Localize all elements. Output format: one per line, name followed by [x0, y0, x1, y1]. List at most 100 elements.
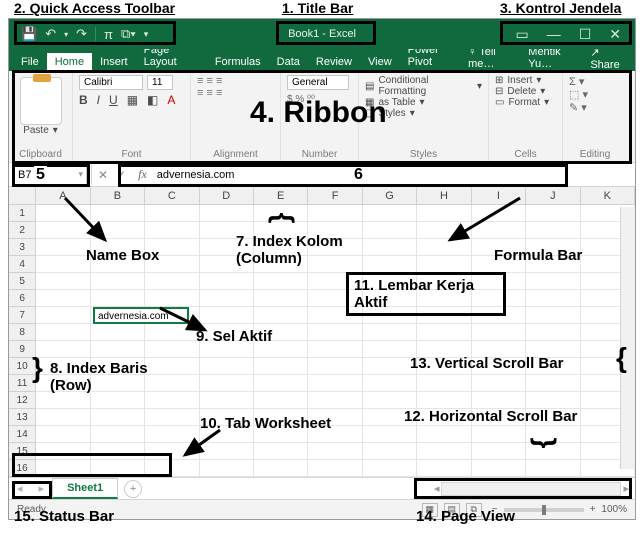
- cell[interactable]: [36, 307, 90, 324]
- row-header[interactable]: 5: [9, 273, 36, 290]
- cell[interactable]: [472, 426, 526, 443]
- add-sheet-button[interactable]: +: [124, 480, 142, 498]
- row-header[interactable]: 14: [9, 426, 36, 443]
- cell[interactable]: [417, 222, 471, 239]
- cell[interactable]: [472, 222, 526, 239]
- zoom-slider[interactable]: [504, 508, 584, 512]
- cell[interactable]: [200, 375, 254, 392]
- col-header[interactable]: K: [581, 187, 635, 204]
- col-header[interactable]: E: [254, 187, 308, 204]
- cell[interactable]: [526, 273, 580, 290]
- cell[interactable]: [91, 392, 145, 409]
- cell[interactable]: [417, 426, 471, 443]
- cell[interactable]: [363, 460, 417, 477]
- cell[interactable]: [254, 273, 308, 290]
- col-header[interactable]: A: [36, 187, 90, 204]
- tell-me[interactable]: ♀ Tell me…: [468, 46, 518, 71]
- cell[interactable]: [36, 222, 90, 239]
- cell[interactable]: [526, 290, 580, 307]
- cell[interactable]: [254, 290, 308, 307]
- tab-insert[interactable]: Insert: [92, 53, 136, 71]
- row-header[interactable]: 2: [9, 222, 36, 239]
- cell[interactable]: [363, 222, 417, 239]
- cell[interactable]: [36, 324, 90, 341]
- tab-file[interactable]: File: [13, 53, 47, 71]
- cell[interactable]: [200, 273, 254, 290]
- row-header[interactable]: 7: [9, 307, 36, 324]
- cell[interactable]: [145, 341, 199, 358]
- cell[interactable]: [417, 443, 471, 460]
- cell[interactable]: [200, 290, 254, 307]
- col-header[interactable]: D: [200, 187, 254, 204]
- cell[interactable]: [526, 324, 580, 341]
- cell[interactable]: [472, 324, 526, 341]
- zoom-level[interactable]: 100%: [601, 504, 627, 515]
- cell[interactable]: [308, 205, 362, 222]
- cell[interactable]: [308, 341, 362, 358]
- cell[interactable]: [308, 392, 362, 409]
- cell[interactable]: [417, 375, 471, 392]
- cell[interactable]: [363, 205, 417, 222]
- cell[interactable]: [36, 239, 90, 256]
- cell[interactable]: [200, 205, 254, 222]
- cell[interactable]: [36, 290, 90, 307]
- row-header[interactable]: 1: [9, 205, 36, 222]
- cell[interactable]: [472, 375, 526, 392]
- cell[interactable]: [145, 392, 199, 409]
- cell[interactable]: [91, 307, 145, 324]
- cell[interactable]: [308, 324, 362, 341]
- worksheet-grid[interactable]: A B C D E F G H I J K 123456789101112131…: [9, 187, 635, 477]
- cell[interactable]: [36, 409, 90, 426]
- cell[interactable]: [91, 222, 145, 239]
- cell[interactable]: [526, 222, 580, 239]
- cell[interactable]: [417, 256, 471, 273]
- cell[interactable]: [91, 290, 145, 307]
- select-all-corner[interactable]: [9, 187, 36, 204]
- row-header[interactable]: 8: [9, 324, 36, 341]
- cell[interactable]: [200, 460, 254, 477]
- cell[interactable]: [363, 239, 417, 256]
- row-header[interactable]: 4: [9, 256, 36, 273]
- cell[interactable]: [200, 443, 254, 460]
- cell[interactable]: [363, 256, 417, 273]
- row-header[interactable]: 6: [9, 290, 36, 307]
- cell[interactable]: [526, 205, 580, 222]
- cell[interactable]: [254, 392, 308, 409]
- row-header[interactable]: 3: [9, 239, 36, 256]
- tab-data[interactable]: Data: [269, 53, 308, 71]
- cell[interactable]: [308, 443, 362, 460]
- row-header[interactable]: 13: [9, 409, 36, 426]
- cell[interactable]: [472, 205, 526, 222]
- cell[interactable]: [36, 205, 90, 222]
- cell[interactable]: [363, 392, 417, 409]
- tab-formulas[interactable]: Formulas: [207, 53, 269, 71]
- cell[interactable]: [91, 324, 145, 341]
- cell[interactable]: [363, 375, 417, 392]
- vertical-scrollbar[interactable]: [620, 207, 635, 469]
- cell[interactable]: [200, 392, 254, 409]
- cell[interactable]: [472, 460, 526, 477]
- cell[interactable]: [145, 307, 199, 324]
- col-header[interactable]: C: [145, 187, 199, 204]
- cell[interactable]: [36, 392, 90, 409]
- cell[interactable]: [145, 205, 199, 222]
- cell[interactable]: [91, 273, 145, 290]
- col-header[interactable]: G: [363, 187, 417, 204]
- cell[interactable]: [36, 256, 90, 273]
- tab-home[interactable]: Home: [47, 53, 92, 71]
- cell[interactable]: [472, 443, 526, 460]
- tab-review[interactable]: Review: [308, 53, 360, 71]
- col-header[interactable]: F: [308, 187, 362, 204]
- cell[interactable]: [526, 375, 580, 392]
- col-header[interactable]: H: [417, 187, 471, 204]
- sheet-tab[interactable]: Sheet1: [52, 478, 118, 499]
- cell[interactable]: [526, 460, 580, 477]
- cell[interactable]: [417, 205, 471, 222]
- cell[interactable]: [36, 273, 90, 290]
- cell[interactable]: [363, 426, 417, 443]
- col-header[interactable]: B: [91, 187, 145, 204]
- cell[interactable]: [526, 392, 580, 409]
- cell[interactable]: [417, 392, 471, 409]
- cell[interactable]: [254, 307, 308, 324]
- cell[interactable]: [36, 341, 90, 358]
